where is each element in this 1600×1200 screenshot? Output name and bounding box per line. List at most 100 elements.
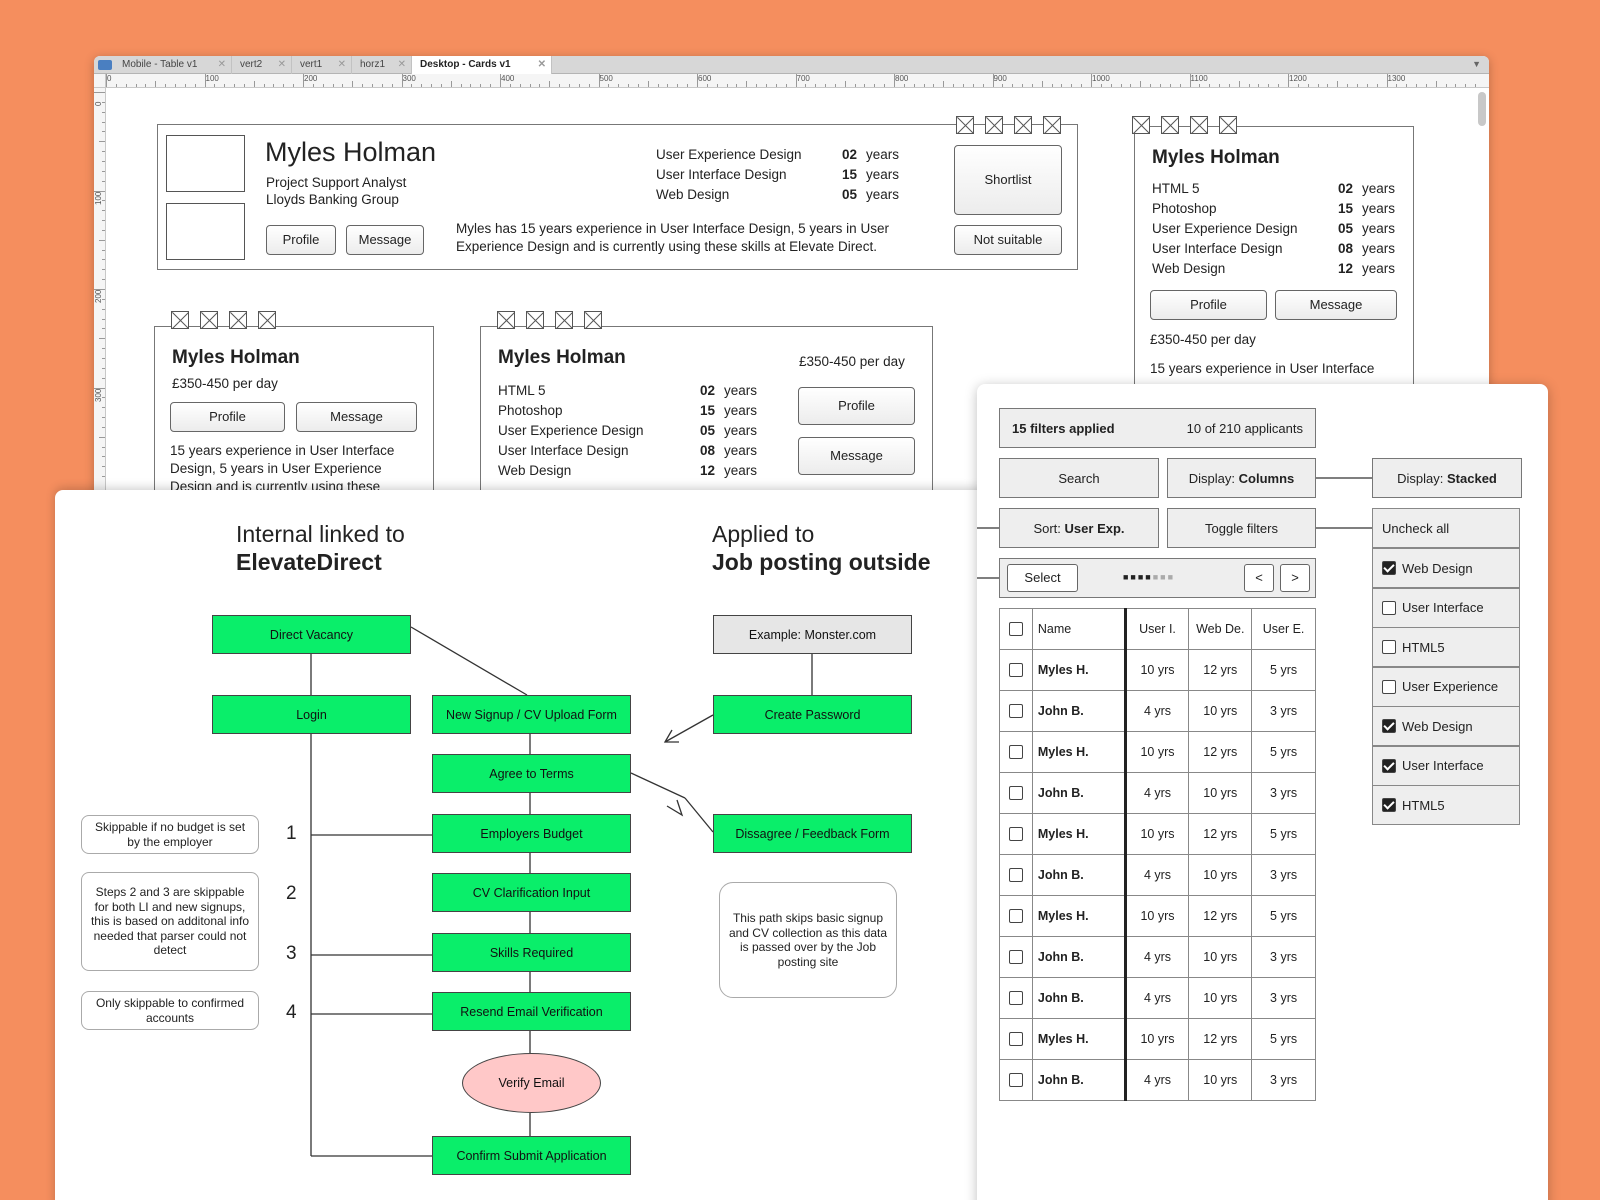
table-row[interactable]: Myles H. 10 yrs 12 yrs 5 yrs <box>999 895 1316 937</box>
search-button[interactable]: Search <box>999 458 1159 498</box>
table-row[interactable]: Myles H. 10 yrs 12 yrs 5 yrs <box>999 731 1316 773</box>
row-select-cell[interactable] <box>999 649 1033 691</box>
tab-desktop-cards[interactable]: Desktop - Cards v1 ✕ <box>412 56 552 75</box>
checkbox[interactable] <box>1008 745 1023 760</box>
checked-checkbox[interactable] <box>1382 758 1396 773</box>
candidate-card-wide: Myles Holman Project Support Analyst Llo… <box>157 124 1078 270</box>
table-row[interactable]: John B. 4 yrs 10 yrs 3 yrs <box>999 690 1316 732</box>
checkbox[interactable] <box>1008 704 1023 719</box>
message-button[interactable]: Message <box>1275 290 1397 320</box>
column-header[interactable]: Name <box>1031 608 1127 650</box>
profile-button[interactable]: Profile <box>798 387 915 425</box>
message-button[interactable]: Message <box>798 437 915 475</box>
not-suitable-button[interactable]: Not suitable <box>954 225 1062 255</box>
row-select-cell[interactable] <box>999 854 1033 896</box>
display-stacked-button[interactable]: Display: Stacked <box>1372 458 1522 498</box>
close-icon[interactable]: ✕ <box>278 56 286 74</box>
create-password-node[interactable]: Create Password <box>713 695 912 734</box>
skills-required-node[interactable]: Skills Required <box>432 933 631 972</box>
table-row[interactable]: Myles H. 10 yrs 12 yrs 5 yrs <box>999 1018 1316 1060</box>
select-button[interactable]: Select <box>1007 564 1078 592</box>
checkbox[interactable] <box>1008 950 1023 965</box>
table-row[interactable]: John B. 4 yrs 10 yrs 3 yrs <box>999 1059 1316 1101</box>
verify-email-node[interactable]: Verify Email <box>462 1053 601 1113</box>
row-select-cell[interactable] <box>999 690 1033 732</box>
profile-button[interactable]: Profile <box>266 225 336 255</box>
tab-vert2[interactable]: vert2 ✕ <box>232 56 292 74</box>
checkbox[interactable] <box>1382 640 1396 654</box>
row-select-cell[interactable] <box>999 936 1033 978</box>
tab-vert1[interactable]: vert1 ✕ <box>292 56 352 74</box>
checkbox[interactable] <box>1008 827 1023 842</box>
login-node[interactable]: Login <box>212 695 411 734</box>
tab-horz1[interactable]: horz1 ✕ <box>352 56 412 74</box>
row-select-cell[interactable] <box>999 731 1033 773</box>
checked-checkbox[interactable] <box>1382 561 1396 575</box>
row-select-cell[interactable] <box>999 1059 1033 1101</box>
disagree-form-node[interactable]: Dissagree / Feedback Form <box>713 814 912 853</box>
select-all-cell[interactable] <box>999 608 1033 650</box>
filter-option[interactable]: User Interface <box>1372 745 1520 786</box>
column-header[interactable]: Web De. <box>1188 608 1253 650</box>
direct-vacancy-node[interactable]: Direct Vacancy <box>212 615 411 654</box>
cv-clarification-node[interactable]: CV Clarification Input <box>432 873 631 912</box>
checkbox[interactable] <box>1382 600 1396 615</box>
table-row[interactable]: Myles H. 10 yrs 12 yrs 5 yrs <box>999 813 1316 855</box>
prev-page-button[interactable]: < <box>1244 564 1274 592</box>
vertical-scrollbar[interactable] <box>1478 92 1486 126</box>
row-select-cell[interactable] <box>999 1018 1033 1060</box>
checked-checkbox[interactable] <box>1382 798 1396 812</box>
message-button[interactable]: Message <box>346 225 424 255</box>
table-row[interactable]: John B. 4 yrs 10 yrs 3 yrs <box>999 854 1316 896</box>
next-page-button[interactable]: > <box>1280 564 1310 592</box>
checkbox[interactable] <box>1008 909 1023 924</box>
checkbox[interactable] <box>1008 868 1023 883</box>
row-select-cell[interactable] <box>999 895 1033 937</box>
checkbox[interactable] <box>1008 1073 1023 1088</box>
filter-option[interactable]: Web Design <box>1372 548 1520 588</box>
table-row[interactable]: John B. 4 yrs 10 yrs 3 yrs <box>999 977 1316 1019</box>
applicant-name-cell: Myles H. <box>1031 649 1127 691</box>
shortlist-button[interactable]: Shortlist <box>954 145 1062 215</box>
checkbox[interactable] <box>1008 622 1023 637</box>
row-select-cell[interactable] <box>999 813 1033 855</box>
example-monster-node[interactable]: Example: Monster.com <box>713 615 912 654</box>
resend-email-node[interactable]: Resend Email Verification <box>432 992 631 1031</box>
close-icon[interactable]: ✕ <box>398 56 406 74</box>
column-header[interactable]: User I. <box>1124 608 1190 650</box>
display-columns-button[interactable]: Display: Columns <box>1167 458 1316 498</box>
toggle-filters-button[interactable]: Toggle filters <box>1167 508 1316 548</box>
checked-checkbox[interactable] <box>1382 719 1396 733</box>
close-icon[interactable]: ✕ <box>338 56 346 74</box>
row-select-cell[interactable] <box>999 772 1033 814</box>
filter-option[interactable]: User Experience <box>1372 666 1520 707</box>
checkbox[interactable] <box>1382 679 1396 694</box>
page-dots[interactable]: ■■■■■■■ <box>1123 572 1175 582</box>
employers-budget-node[interactable]: Employers Budget <box>432 814 631 853</box>
profile-button[interactable]: Profile <box>1150 290 1267 320</box>
message-button[interactable]: Message <box>296 402 417 432</box>
close-icon[interactable]: ✕ <box>538 56 546 74</box>
tab-menu-chevron-icon[interactable]: ▼ <box>1472 59 1481 69</box>
checkbox[interactable] <box>1008 786 1023 801</box>
table-row[interactable]: John B. 4 yrs 10 yrs 3 yrs <box>999 772 1316 814</box>
checkbox[interactable] <box>1008 991 1023 1006</box>
row-select-cell[interactable] <box>999 977 1033 1019</box>
filter-option[interactable]: User Interface <box>1372 587 1520 628</box>
checkbox[interactable] <box>1008 663 1023 678</box>
sort-button[interactable]: Sort: User Exp. <box>999 508 1159 548</box>
profile-button[interactable]: Profile <box>170 402 285 432</box>
uncheck-all-button[interactable]: Uncheck all <box>1372 508 1520 548</box>
agree-terms-node[interactable]: Agree to Terms <box>432 754 631 793</box>
filter-option[interactable]: Web Design <box>1372 706 1520 746</box>
checkbox[interactable] <box>1008 1032 1023 1047</box>
table-row[interactable]: Myles H. 10 yrs 12 yrs 5 yrs <box>999 649 1316 691</box>
column-header[interactable]: User E. <box>1251 608 1316 650</box>
filter-option[interactable]: HTML5 <box>1372 785 1520 825</box>
filter-option[interactable]: HTML5 <box>1372 627 1520 667</box>
close-icon[interactable]: ✕ <box>218 56 226 74</box>
new-signup-node[interactable]: New Signup / CV Upload Form <box>432 695 631 734</box>
tab-mobile-table[interactable]: Mobile - Table v1 ✕ <box>114 56 232 74</box>
table-row[interactable]: John B. 4 yrs 10 yrs 3 yrs <box>999 936 1316 978</box>
confirm-submit-node[interactable]: Confirm Submit Application <box>432 1136 631 1175</box>
